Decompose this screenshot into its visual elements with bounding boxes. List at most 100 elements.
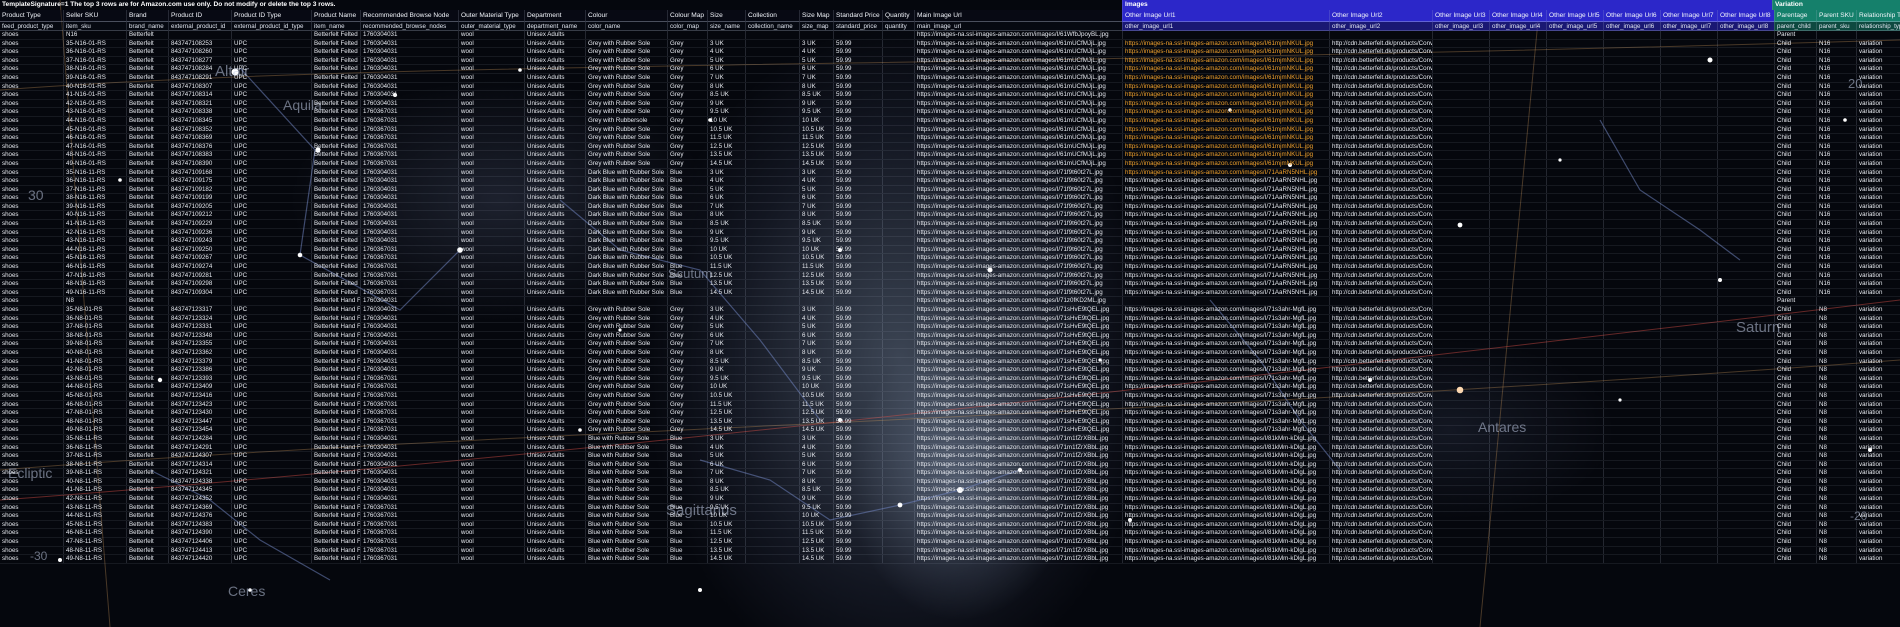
cell-quantity[interactable] bbox=[882, 39, 914, 48]
cell-other_image_url2[interactable]: http://cdn.betterfelt.dk/products/Conver… bbox=[1329, 546, 1432, 555]
cell-other_image_url8[interactable] bbox=[1717, 452, 1774, 460]
cell-collection_name[interactable] bbox=[745, 168, 799, 177]
cell-quantity[interactable] bbox=[882, 116, 914, 125]
cell-other_image_url4[interactable] bbox=[1489, 340, 1546, 348]
cell-standard_price[interactable]: 59.99 bbox=[833, 409, 882, 417]
cell-other_image_url5[interactable] bbox=[1546, 48, 1603, 56]
cell-color_map[interactable]: Blue bbox=[667, 202, 707, 211]
cell-department_name[interactable]: Unisex Adults bbox=[524, 31, 585, 39]
cell-main_image_url[interactable]: https://images-na.ssl-images-amazon.com/… bbox=[914, 546, 1122, 555]
cell-brand_name[interactable]: Betterfelt bbox=[126, 48, 168, 56]
cell-collection_name[interactable] bbox=[745, 357, 799, 366]
cell-size_name[interactable]: 14.5 UK bbox=[707, 426, 745, 434]
cell-department_name[interactable]: Unisex Adults bbox=[524, 443, 585, 452]
cell-other_image_url8[interactable] bbox=[1717, 245, 1774, 254]
cell-parent_child[interactable]: Child bbox=[1774, 99, 1816, 108]
cell-other_image_url4[interactable] bbox=[1489, 211, 1546, 220]
cell-other_image_url6[interactable] bbox=[1603, 65, 1660, 73]
cell-outer_material_type[interactable]: wool bbox=[458, 31, 524, 39]
cell-other_image_url4[interactable] bbox=[1489, 331, 1546, 340]
cell-quantity[interactable] bbox=[882, 73, 914, 82]
cell-recommended_browse_nodes[interactable]: 1760304031 bbox=[360, 452, 458, 460]
cell-other_image_url2[interactable]: http://cdn.betterfelt.dk/products/Conver… bbox=[1329, 39, 1432, 48]
cell-color_map[interactable]: Grey bbox=[667, 340, 707, 348]
cell-other_image_url6[interactable] bbox=[1603, 383, 1660, 391]
cell-department_name[interactable]: Unisex Adults bbox=[524, 237, 585, 245]
cell-external_product_id_type[interactable]: UPC bbox=[231, 116, 311, 125]
cell-other_image_url6[interactable] bbox=[1603, 469, 1660, 477]
cell-parent_child[interactable]: Child bbox=[1774, 177, 1816, 185]
cell-other_image_url2[interactable]: http://cdn.betterfelt.dk/products/Conver… bbox=[1329, 383, 1432, 391]
cell-external_product_id[interactable]: 843747123324 bbox=[168, 314, 231, 323]
cell-other_image_url6[interactable] bbox=[1603, 529, 1660, 538]
cell-relationship_type[interactable]: variation bbox=[1856, 125, 1900, 134]
cell-size_map[interactable]: 4 UK bbox=[799, 314, 833, 323]
cell-brand_name[interactable]: Betterfelt bbox=[126, 529, 168, 538]
cell-other_image_url3[interactable] bbox=[1432, 477, 1489, 486]
cell-other_image_url5[interactable] bbox=[1546, 65, 1603, 73]
cell-external_product_id[interactable]: 843747108376 bbox=[168, 142, 231, 151]
cell-item_name[interactable]: Betterfelt Hand F bbox=[311, 400, 360, 409]
cell-other_image_url8[interactable] bbox=[1717, 263, 1774, 271]
cell-outer_material_type[interactable]: wool bbox=[458, 357, 524, 366]
cell-parent_sku[interactable]: N16 bbox=[1816, 177, 1856, 185]
cell-other_image_url6[interactable] bbox=[1603, 331, 1660, 340]
cell-external_product_id[interactable]: 843747123386 bbox=[168, 366, 231, 374]
cell-other_image_url1[interactable]: https://images-na.ssl-images-amazon.com/… bbox=[1122, 538, 1329, 546]
cell-color_name[interactable] bbox=[585, 297, 667, 305]
cell-other_image_url5[interactable] bbox=[1546, 202, 1603, 211]
cell-outer_material_type[interactable]: wool bbox=[458, 65, 524, 73]
cell-size_map[interactable]: 9.5 UK bbox=[799, 108, 833, 116]
cell-main_image_url[interactable]: https://images-na.ssl-images-amazon.com/… bbox=[914, 366, 1122, 374]
cell-outer_material_type[interactable]: wool bbox=[458, 400, 524, 409]
cell-other_image_url7[interactable] bbox=[1660, 142, 1717, 151]
cell-relationship_type[interactable]: variation bbox=[1856, 134, 1900, 142]
cell-relationship_type[interactable]: variation bbox=[1856, 555, 1900, 563]
cell-relationship_type[interactable]: variation bbox=[1856, 417, 1900, 426]
cell-other_image_url3[interactable] bbox=[1432, 460, 1489, 469]
cell-other_image_url3[interactable] bbox=[1432, 409, 1489, 417]
cell-other_image_url5[interactable] bbox=[1546, 254, 1603, 263]
cell-external_product_id[interactable]: 843747124420 bbox=[168, 555, 231, 563]
cell-brand_name[interactable]: Betterfelt bbox=[126, 391, 168, 400]
cell-parent_sku[interactable]: N16 bbox=[1816, 271, 1856, 280]
cell-other_image_url2[interactable]: http://cdn.betterfelt.dk/products/Conver… bbox=[1329, 237, 1432, 245]
cell-recommended_browse_nodes[interactable]: 1760304031 bbox=[360, 56, 458, 65]
cell-item_name[interactable]: Betterfelt Hand F bbox=[311, 323, 360, 331]
attribute-cell-item_sku[interactable]: item_sku bbox=[63, 22, 126, 31]
cell-other_image_url2[interactable]: http://cdn.betterfelt.dk/products/Conver… bbox=[1329, 357, 1432, 366]
cell-item_sku[interactable]: 37-N16-01-RS bbox=[63, 56, 126, 65]
cell-other_image_url8[interactable] bbox=[1717, 460, 1774, 469]
cell-other_image_url1[interactable] bbox=[1122, 297, 1329, 305]
cell-brand_name[interactable]: Betterfelt bbox=[126, 91, 168, 99]
cell-parent_sku[interactable]: N8 bbox=[1816, 452, 1856, 460]
cell-parent_child[interactable]: Child bbox=[1774, 142, 1816, 151]
cell-size_map[interactable]: 9.5 UK bbox=[799, 237, 833, 245]
cell-recommended_browse_nodes[interactable]: 1760304031 bbox=[360, 477, 458, 486]
cell-item_sku[interactable]: 38-N16-01-RS bbox=[63, 65, 126, 73]
attribute-cell-other_image_url5[interactable]: other_image_url5 bbox=[1546, 22, 1603, 31]
cell-recommended_browse_nodes[interactable]: 1760304031 bbox=[360, 323, 458, 331]
cell-color_map[interactable]: Grey bbox=[667, 65, 707, 73]
cell-color_name[interactable]: Grey with Rubber Sole bbox=[585, 39, 667, 48]
cell-item_name[interactable]: Betterfelt Hand F bbox=[311, 331, 360, 340]
cell-quantity[interactable] bbox=[882, 220, 914, 228]
cell-standard_price[interactable]: 59.99 bbox=[833, 125, 882, 134]
cell-color_name[interactable]: Blue with Rubber Sole bbox=[585, 452, 667, 460]
cell-other_image_url1[interactable]: https://images-na.ssl-images-amazon.com/… bbox=[1122, 39, 1329, 48]
cell-other_image_url3[interactable] bbox=[1432, 237, 1489, 245]
cell-other_image_url7[interactable] bbox=[1660, 477, 1717, 486]
cell-parent_child[interactable]: Child bbox=[1774, 348, 1816, 357]
cell-quantity[interactable] bbox=[882, 452, 914, 460]
cell-quantity[interactable] bbox=[882, 555, 914, 563]
cell-parent_child[interactable]: Child bbox=[1774, 280, 1816, 288]
cell-item_name[interactable]: Betterfelt Hand F bbox=[311, 486, 360, 495]
cell-size_map[interactable]: 6 UK bbox=[799, 194, 833, 202]
cell-outer_material_type[interactable]: wool bbox=[458, 383, 524, 391]
cell-feed_product_type[interactable]: shoes bbox=[0, 134, 63, 142]
cell-other_image_url8[interactable] bbox=[1717, 469, 1774, 477]
cell-parent_child[interactable]: Child bbox=[1774, 495, 1816, 503]
cell-size_map[interactable]: 7 UK bbox=[799, 340, 833, 348]
cell-size_name[interactable]: 5 UK bbox=[707, 452, 745, 460]
cell-brand_name[interactable]: Betterfelt bbox=[126, 555, 168, 563]
